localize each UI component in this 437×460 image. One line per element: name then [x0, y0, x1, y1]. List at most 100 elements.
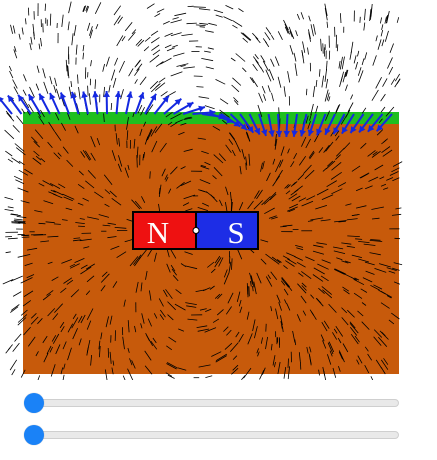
field-line-segment: [5, 251, 11, 254]
field-line-segment: [135, 38, 143, 46]
field-line-segment: [321, 75, 324, 88]
field-line-segment: [231, 84, 240, 93]
field-line-segment: [143, 46, 150, 52]
field-line-segment: [254, 54, 259, 60]
south-pole-label: S: [227, 215, 244, 250]
field-line-segment: [150, 37, 160, 44]
field-line-segment: [62, 374, 65, 380]
field-line-segment: [350, 94, 354, 100]
slider-2-track[interactable]: [32, 431, 399, 439]
surface-field-vector: [144, 93, 157, 115]
field-line-segment: [310, 24, 314, 37]
bar-magnet[interactable]: N S: [132, 211, 259, 250]
field-line-segment: [2, 279, 14, 285]
field-line-segment: [128, 68, 134, 77]
field-line-segment: [53, 223, 61, 225]
field-line-segment: [110, 102, 113, 111]
field-line-segment: [232, 77, 242, 86]
field-line-segment: [363, 22, 366, 31]
field-line-segment: [146, 3, 155, 9]
field-line-segment: [152, 49, 161, 56]
field-line-segment: [4, 129, 15, 140]
slider-2[interactable]: [24, 424, 399, 446]
field-line-segment: [10, 24, 13, 34]
field-line-segment: [287, 358, 289, 368]
field-line-segment: [252, 32, 259, 40]
field-line-segment: [325, 78, 329, 89]
field-line-segment: [375, 35, 378, 42]
field-line-segment: [258, 92, 263, 103]
field-line-segment: [204, 50, 211, 53]
surface-field-vector: [114, 91, 122, 115]
field-line-segment: [151, 44, 160, 51]
field-line-segment: [11, 369, 16, 376]
field-line-segment: [53, 84, 57, 93]
field-line-segment: [270, 58, 275, 67]
field-line-segment: [134, 59, 141, 68]
slider-1[interactable]: [24, 392, 399, 414]
field-line-segment: [174, 12, 187, 17]
field-line-segment: [82, 52, 84, 60]
field-line-segment: [5, 150, 13, 157]
field-line-segment: [43, 81, 49, 94]
field-line-segment: [274, 56, 280, 66]
surface-field-vector: [27, 93, 42, 115]
field-line-segment: [105, 56, 110, 67]
field-line-segment: [387, 57, 393, 69]
surface-field-vector: [125, 91, 133, 115]
slider-1-thumb[interactable]: [24, 393, 44, 413]
field-line-segment: [199, 22, 209, 25]
field-line-segment: [78, 87, 81, 100]
slider-1-track[interactable]: [32, 399, 399, 407]
field-line-segment: [70, 81, 73, 88]
field-line-segment: [313, 24, 316, 35]
field-line-segment: [44, 3, 46, 11]
field-line-segment: [328, 96, 331, 102]
field-line-segment: [242, 67, 247, 73]
field-line-segment: [149, 171, 151, 179]
field-line-segment: [198, 96, 210, 99]
field-line-segment: [111, 69, 116, 81]
field-line-segment: [339, 76, 343, 88]
field-line-segment: [172, 44, 178, 48]
field-line-segment: [113, 15, 121, 26]
field-line-segment: [124, 22, 133, 32]
field-line-segment: [22, 89, 27, 96]
field-line-segment: [324, 69, 327, 82]
field-line-segment: [261, 85, 266, 94]
field-line-segment: [223, 16, 233, 21]
field-line-segment: [252, 63, 258, 72]
field-line-segment: [255, 59, 262, 69]
surface-field-vector: [92, 91, 99, 115]
field-line-segment: [347, 102, 354, 113]
field-line-segment: [56, 88, 61, 100]
field-line-segment: [12, 25, 16, 34]
field-line-segment: [205, 30, 214, 33]
field-line-segment: [380, 29, 384, 37]
field-line-segment: [67, 65, 70, 79]
field-line-segment: [11, 157, 21, 164]
field-line-segment: [294, 63, 298, 76]
field-line-segment: [319, 69, 321, 77]
field-line-segment: [181, 33, 193, 36]
field-line-segment: [312, 86, 316, 98]
field-line-segment: [160, 57, 172, 65]
magnet-center-dot: [192, 227, 200, 234]
field-line-segment: [251, 77, 258, 88]
field-line-segment: [12, 125, 20, 133]
field-line-segment: [127, 31, 136, 41]
field-line-segment: [37, 375, 41, 380]
field-line-segment: [95, 23, 99, 30]
field-line-segment: [300, 12, 304, 20]
field-line-segment: [87, 22, 91, 31]
field-line-segment: [198, 8, 211, 11]
field-line-segment: [372, 55, 377, 66]
field-line-segment: [262, 60, 269, 71]
field-line-segment: [230, 57, 236, 62]
field-line-segment: [112, 77, 117, 88]
field-line-segment: [108, 85, 111, 93]
field-line-segment: [118, 60, 125, 73]
field-line-segment: [7, 206, 14, 209]
slider-2-thumb[interactable]: [24, 425, 44, 445]
field-line-segment: [308, 15, 311, 22]
